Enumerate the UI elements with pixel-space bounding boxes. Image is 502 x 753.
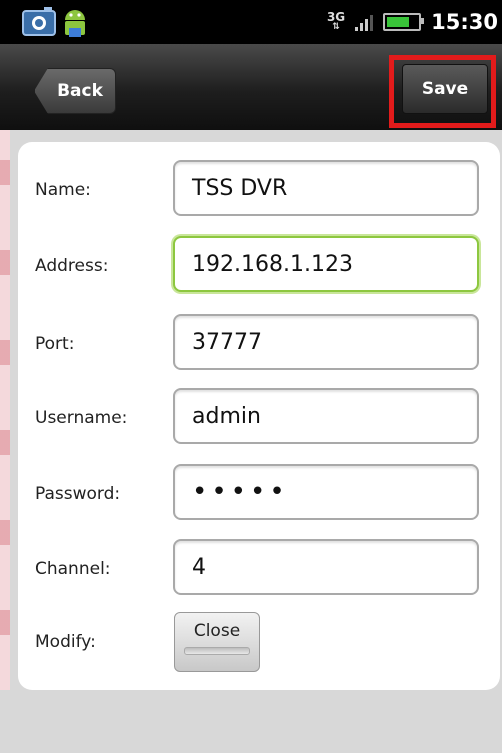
back-button[interactable]: Back [34, 68, 116, 114]
port-label: Port: [35, 334, 75, 354]
name-field[interactable]: TSS DVR [173, 160, 479, 216]
status-bar: 3G ⇅ 15:30 [0, 0, 502, 44]
password-label: Password: [35, 484, 121, 504]
password-row: Password: ••••• [18, 464, 500, 524]
address-row: Address: 192.168.1.123 [18, 236, 500, 296]
password-field[interactable]: ••••• [173, 464, 479, 520]
side-decoration [0, 130, 10, 690]
name-label: Name: [35, 180, 91, 200]
name-row: Name: TSS DVR [18, 160, 500, 220]
modify-label: Modify: [35, 632, 96, 652]
username-field[interactable]: admin [173, 388, 479, 444]
close-button[interactable]: Close [174, 612, 260, 672]
android-icon [65, 10, 85, 37]
status-clock: 15:30 [431, 10, 498, 34]
channel-row: Channel: 4 [18, 539, 500, 599]
username-label: Username: [35, 408, 128, 428]
port-field[interactable]: 37777 [173, 314, 479, 370]
save-button[interactable]: Save [402, 64, 488, 114]
camera-icon [22, 7, 56, 36]
title-bar: Back Save [0, 44, 502, 130]
battery-icon [383, 13, 425, 31]
username-row: Username: admin [18, 388, 500, 448]
notification-icons [22, 6, 90, 40]
network-3g-icon: 3G ⇅ [326, 10, 346, 32]
address-label: Address: [35, 256, 109, 276]
port-row: Port: 37777 [18, 314, 500, 374]
channel-field[interactable]: 4 [173, 539, 479, 595]
channel-label: Channel: [35, 559, 111, 579]
modify-row: Modify: Close [18, 612, 500, 672]
signal-strength-icon [355, 13, 374, 31]
address-field[interactable]: 192.168.1.123 [173, 236, 479, 292]
toggle-bar [184, 647, 250, 655]
close-button-label: Close [193, 621, 241, 641]
device-form: Name: TSS DVR Address: 192.168.1.123 Por… [18, 142, 500, 690]
